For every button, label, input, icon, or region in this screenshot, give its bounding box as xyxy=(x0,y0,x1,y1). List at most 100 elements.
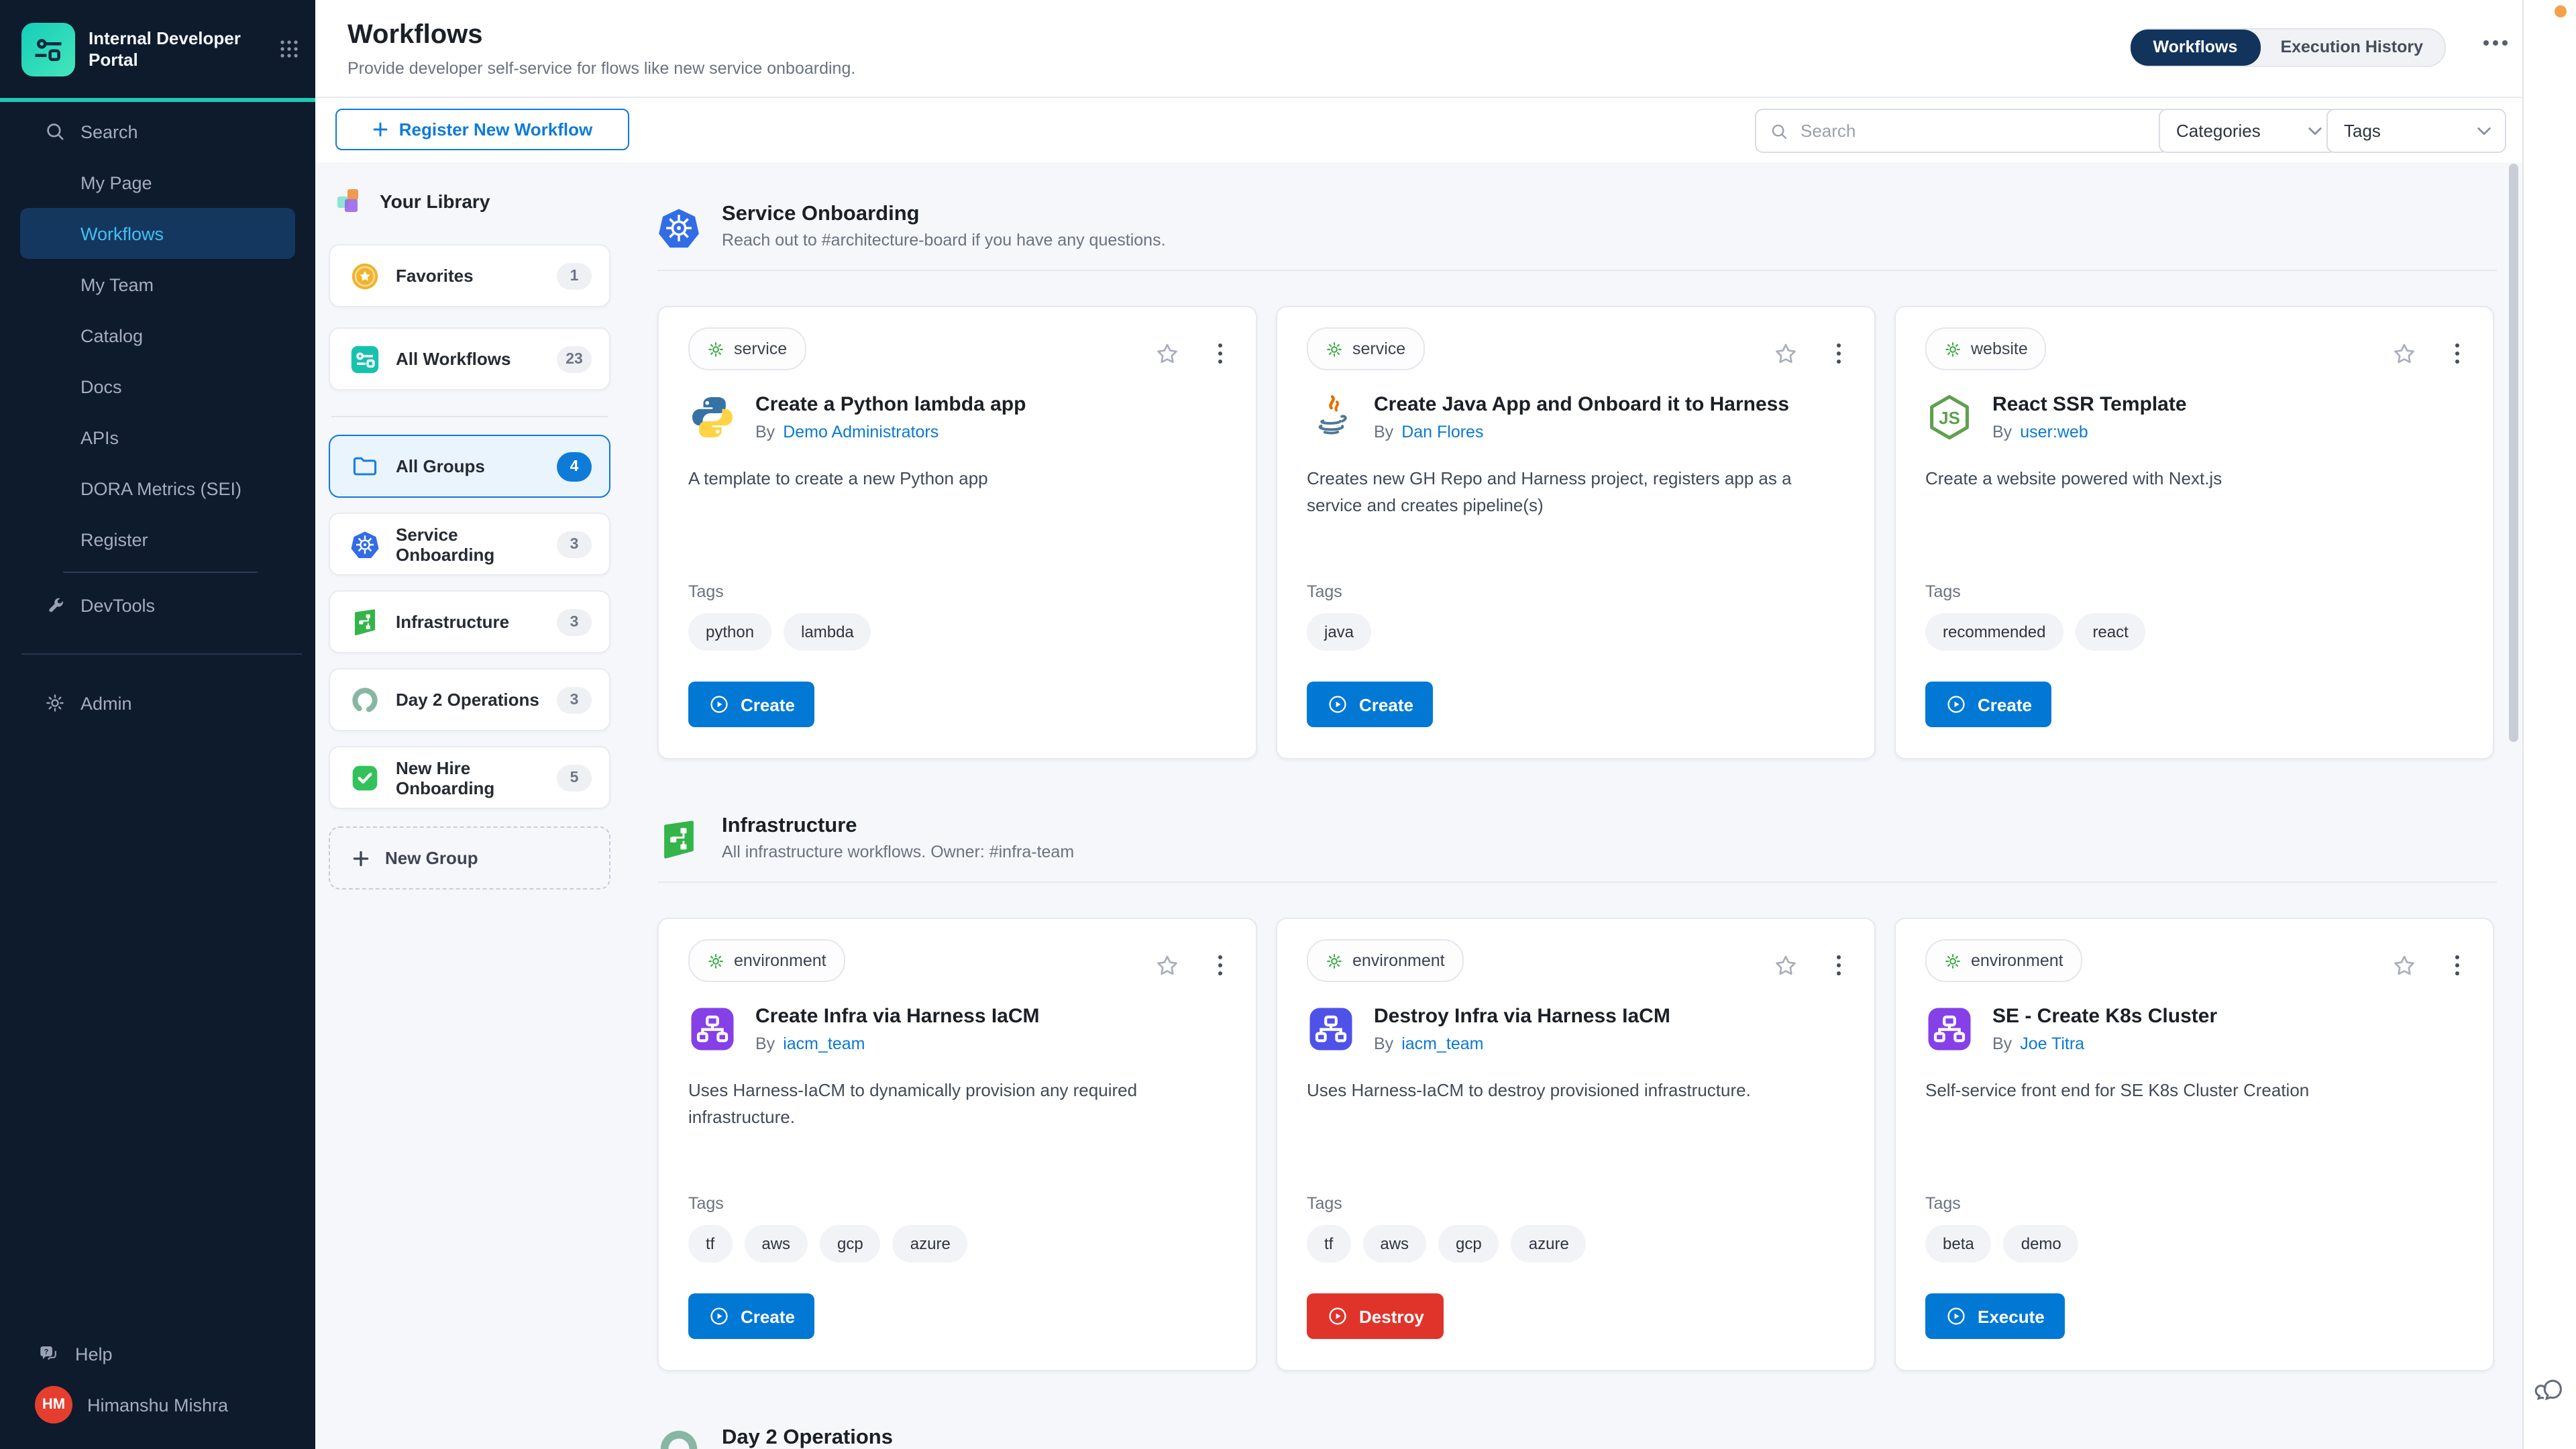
author-link[interactable]: user:web xyxy=(2020,423,2088,441)
tag-pill: azure xyxy=(893,1225,968,1263)
card-menu-button[interactable] xyxy=(1214,951,1226,979)
gear-chip-icon xyxy=(1326,952,1343,969)
create-button[interactable]: Create xyxy=(688,1293,815,1339)
favorite-star-button[interactable] xyxy=(1772,341,1799,374)
sidebar-item-my-page[interactable]: My Page xyxy=(20,157,295,208)
sidebar-item-label: My Page xyxy=(80,172,152,193)
action-label: Destroy xyxy=(1359,1306,1424,1326)
check-square-icon xyxy=(350,763,380,792)
by-label: By xyxy=(755,423,775,441)
tab-workflows[interactable]: Workflows xyxy=(2130,30,2260,66)
card-title: Destroy Infra via Harness IaCM xyxy=(1374,1004,1670,1029)
library-item-label: Day 2 Operations xyxy=(396,690,557,710)
gear-chip-icon xyxy=(1944,952,1962,969)
search-icon xyxy=(1770,121,1788,140)
sidebar-item-dora-metrics-sei[interactable]: DORA Metrics (SEI) xyxy=(20,463,295,514)
infrastructure-icon xyxy=(350,607,380,637)
gear-chip-icon xyxy=(707,340,724,358)
sidebar-item-label: My Team xyxy=(80,274,154,294)
tags-label: Tags xyxy=(688,1194,724,1213)
new-group-button[interactable]: New Group xyxy=(329,826,610,890)
section-day-2-operations: Day 2 Operations xyxy=(657,1425,2497,1449)
action-label: Create xyxy=(741,694,795,714)
card-description: Create a website powered with Next.js xyxy=(1925,466,2458,492)
library-item-favorites[interactable]: Favorites1 xyxy=(329,244,610,307)
chip-label: environment xyxy=(1971,951,2063,970)
overflow-menu-button[interactable] xyxy=(2483,40,2508,46)
card-menu-button[interactable] xyxy=(1214,339,1226,368)
card-menu-button[interactable] xyxy=(1832,951,1845,979)
sidebar-item-docs[interactable]: Docs xyxy=(20,361,295,412)
category-chip: service xyxy=(688,327,806,370)
sidebar-item-admin[interactable]: Admin xyxy=(20,678,295,729)
notification-dot xyxy=(2555,5,2567,17)
author-link[interactable]: Demo Administrators xyxy=(783,423,938,441)
support-chat-button[interactable] xyxy=(2534,1377,2565,1414)
library-item-day-2-operations[interactable]: Day 2 Operations3 xyxy=(329,668,610,731)
card-menu-button[interactable] xyxy=(2451,339,2463,368)
svg-text:JS: JS xyxy=(1939,409,1960,427)
action-label: Create xyxy=(1359,694,1413,714)
sidebar-item-help[interactable]: ?Help xyxy=(11,1328,305,1379)
user-menu[interactable]: HM Himanshu Mishra xyxy=(11,1379,305,1430)
card-description: Uses Harness-IaCM to dynamically provisi… xyxy=(688,1077,1221,1131)
library-item-infrastructure[interactable]: Infrastructure3 xyxy=(329,590,610,653)
gear-chip-icon xyxy=(1944,340,1962,358)
favorite-star-button[interactable] xyxy=(2391,341,2418,374)
card-description: Creates new GH Repo and Harness project,… xyxy=(1307,466,1839,519)
apps-grid-icon[interactable] xyxy=(279,39,299,59)
user-name: Himanshu Mishra xyxy=(87,1395,228,1415)
category-chip: service xyxy=(1307,327,1424,370)
create-button[interactable]: Create xyxy=(1925,682,2052,727)
favorite-star-button[interactable] xyxy=(1772,953,1799,986)
search-input[interactable] xyxy=(1798,119,2167,142)
author-link[interactable]: iacm_team xyxy=(1401,1034,1483,1053)
tag-pill: lambda xyxy=(784,613,871,651)
library-item-all-groups[interactable]: All Groups4 xyxy=(329,435,610,498)
scrollbar-thumb[interactable] xyxy=(2509,164,2518,742)
card-menu-button[interactable] xyxy=(2451,951,2463,979)
tag-pill: azure xyxy=(1511,1225,1587,1263)
divider xyxy=(657,270,2497,271)
author-link[interactable]: Joe Titra xyxy=(2020,1034,2084,1053)
author-link[interactable]: Dan Flores xyxy=(1401,423,1483,441)
library-item-all-workflows[interactable]: All Workflows23 xyxy=(329,327,610,390)
sidebar-item-label: Workflows xyxy=(80,223,164,244)
count-badge: 3 xyxy=(557,531,592,557)
sidebar-item-my-team[interactable]: My Team xyxy=(20,259,295,310)
section-title: Service Onboarding xyxy=(722,201,1166,227)
section-header: Infrastructure All infrastructure workfl… xyxy=(657,813,2497,864)
workflow-card: environment SE - Create K8s Cluster ByJo… xyxy=(1894,918,2494,1371)
sidebar-nav-tools: DevTools xyxy=(0,580,315,631)
search-box xyxy=(1755,109,2168,153)
sidebar-item-devtools[interactable]: DevTools xyxy=(20,580,295,631)
count-badge: 5 xyxy=(557,764,592,791)
execute-button[interactable]: Execute xyxy=(1925,1293,2065,1339)
folder-icon xyxy=(350,451,380,481)
sidebar-item-label: Search xyxy=(80,121,138,142)
favorite-star-button[interactable] xyxy=(2391,953,2418,986)
sidebar-item-apis[interactable]: APIs xyxy=(20,412,295,463)
by-label: By xyxy=(1374,1034,1393,1053)
sidebar-item-label: DevTools xyxy=(80,595,155,615)
sidebar-item-register[interactable]: Register xyxy=(20,514,295,565)
category-chip: environment xyxy=(1307,939,1464,982)
create-button[interactable]: Create xyxy=(1307,682,1434,727)
favorite-star-button[interactable] xyxy=(1154,953,1181,986)
sidebar-item-search[interactable]: Search xyxy=(20,106,295,157)
card-menu-button[interactable] xyxy=(1832,339,1845,368)
sidebar-item-catalog[interactable]: Catalog xyxy=(20,310,295,361)
divider xyxy=(63,572,258,573)
tab-execution-history[interactable]: Execution History xyxy=(2259,31,2445,64)
tags-dropdown[interactable]: Tags xyxy=(2326,109,2506,153)
create-button[interactable]: Create xyxy=(688,682,815,727)
author-link[interactable]: iacm_team xyxy=(783,1034,865,1053)
categories-dropdown[interactable]: Categories xyxy=(2159,109,2337,153)
sidebar-item-workflows[interactable]: Workflows xyxy=(20,208,295,259)
destroy-button[interactable]: Destroy xyxy=(1307,1293,1444,1339)
register-new-workflow-button[interactable]: Register New Workflow xyxy=(335,109,629,150)
library-item-service-onboarding[interactable]: Service Onboarding3 xyxy=(329,513,610,576)
favorite-star-button[interactable] xyxy=(1154,341,1181,374)
count-badge: 4 xyxy=(557,451,592,481)
library-item-new-hire-onboarding[interactable]: New Hire Onboarding5 xyxy=(329,746,610,809)
